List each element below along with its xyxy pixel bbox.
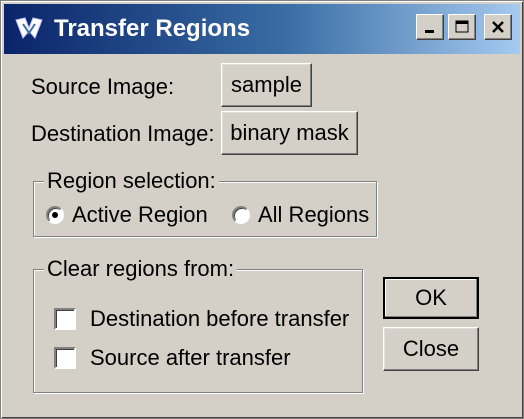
destination-before-transfer-checkbox[interactable]: Destination before transfer	[54, 306, 349, 332]
title-buttons	[416, 14, 512, 40]
app-logo-icon	[12, 12, 46, 46]
destination-image-label: Destination Image:	[31, 121, 215, 146]
source-after-transfer-label: Source after transfer	[90, 345, 291, 370]
destination-image-button[interactable]: binary mask	[221, 111, 358, 155]
all-regions-radio-button[interactable]	[232, 206, 250, 224]
close-icon	[492, 21, 504, 33]
transfer-regions-dialog: Transfer Regions Source Image: sample De…	[0, 0, 524, 419]
clear-regions-group: Clear regions from: Destination before t…	[33, 256, 363, 393]
all-regions-label: All Regions	[258, 202, 370, 227]
source-after-transfer-checkbox[interactable]: Source after transfer	[54, 345, 291, 371]
close-button[interactable]: Close	[383, 327, 479, 371]
window-title: Transfer Regions	[54, 15, 251, 42]
maximize-button[interactable]	[448, 14, 476, 40]
radio-selected-dot	[52, 212, 58, 218]
region-selection-title: Region selection:	[44, 168, 219, 194]
source-image-button[interactable]: sample	[221, 63, 312, 107]
close-window-button[interactable]	[484, 14, 512, 40]
all-regions-radio[interactable]: All Regions	[232, 202, 369, 228]
region-selection-group: Region selection: Active Region All Regi…	[33, 168, 377, 237]
maximize-icon	[455, 20, 469, 33]
active-region-label: Active Region	[72, 202, 208, 227]
source-image-label: Source Image:	[31, 74, 175, 99]
clear-regions-title: Clear regions from:	[44, 256, 238, 282]
title-bar[interactable]: Transfer Regions	[4, 4, 520, 54]
destination-before-transfer-box[interactable]	[54, 308, 76, 330]
active-region-radio-button[interactable]	[46, 206, 64, 224]
ok-button[interactable]: OK	[383, 277, 479, 319]
destination-before-transfer-label: Destination before transfer	[90, 306, 350, 331]
minimize-button[interactable]	[416, 14, 444, 40]
active-region-radio[interactable]: Active Region	[46, 202, 208, 228]
minimize-icon	[425, 30, 434, 33]
source-after-transfer-box[interactable]	[54, 347, 76, 369]
